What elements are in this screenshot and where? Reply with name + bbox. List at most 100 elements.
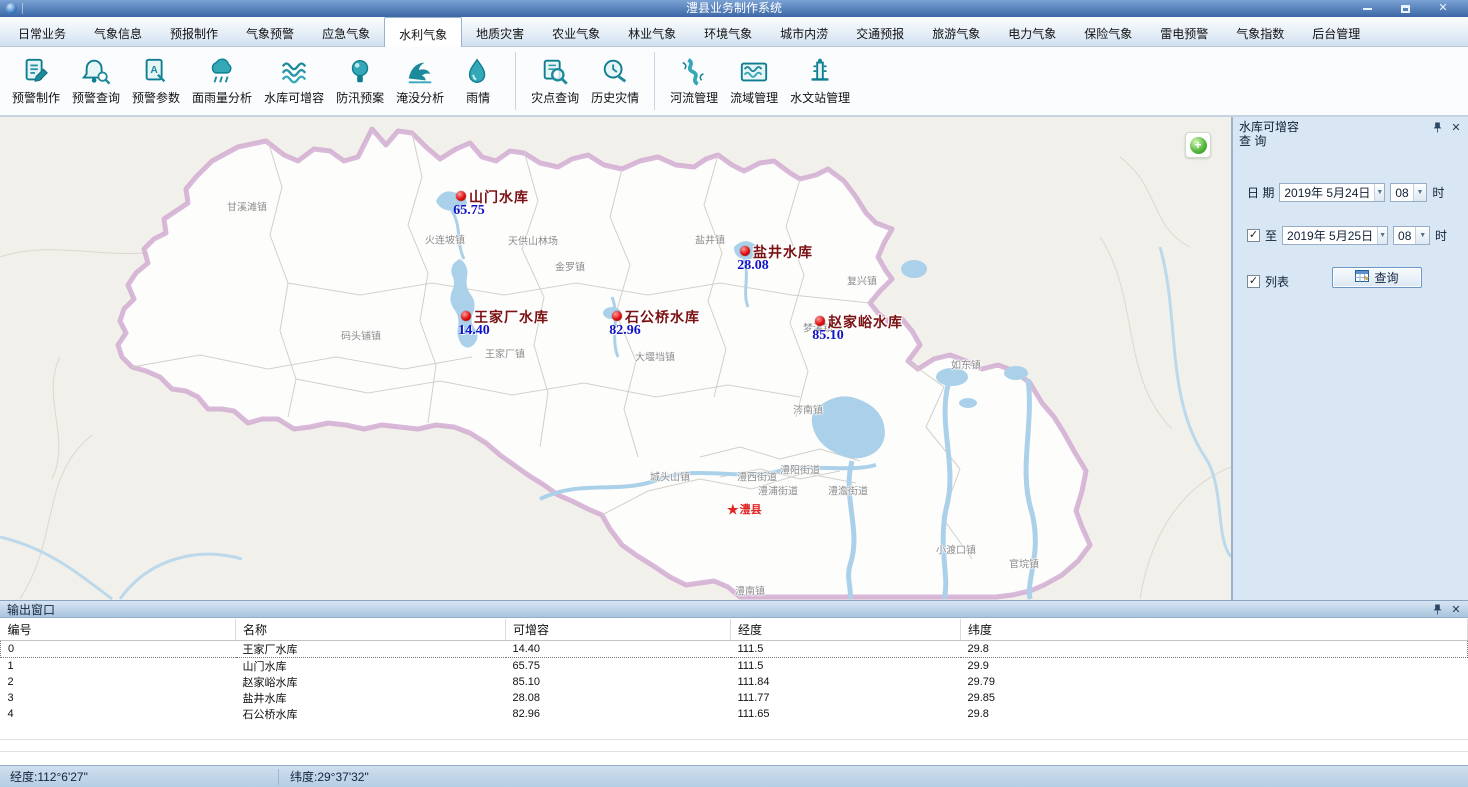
- county-map: [0, 117, 1231, 600]
- menu-item-林业气象[interactable]: 林业气象: [614, 17, 690, 46]
- toolbar-button-历史灾情[interactable]: 历史灾情: [585, 49, 645, 113]
- chevron-down-icon: ▼: [1374, 184, 1384, 201]
- water-drop-icon: [463, 56, 493, 86]
- table-cell: 111.5: [731, 657, 961, 674]
- menu-item-气象信息[interactable]: 气象信息: [80, 17, 156, 46]
- reservoir-dot-icon: [456, 191, 466, 201]
- table-cell: 赵家峪水库: [236, 674, 506, 690]
- column-header-经度[interactable]: 经度: [731, 619, 961, 640]
- table-cell: 111.77: [731, 690, 961, 706]
- svg-text:A: A: [150, 65, 158, 76]
- table-row[interactable]: 4石公桥水库82.96111.6529.8: [1, 706, 1468, 722]
- table-icon: [1355, 270, 1369, 285]
- toolbar-button-流域管理[interactable]: 流域管理: [724, 49, 784, 113]
- panel-close-icon[interactable]: ✕: [1450, 121, 1462, 133]
- table-cell: 111.84: [731, 674, 961, 690]
- panel-close-icon[interactable]: ✕: [1450, 603, 1462, 615]
- county-seat-label: 澧县: [740, 501, 762, 517]
- table-cell: 石公桥水库: [236, 706, 506, 722]
- to-checkbox[interactable]: ✓: [1247, 229, 1260, 242]
- status-divider: [278, 769, 279, 785]
- list-checkbox[interactable]: ✓: [1247, 275, 1260, 288]
- table-cell: 1: [1, 657, 236, 674]
- toolbar-button-防汛预案[interactable]: 防汛预案: [330, 49, 390, 113]
- pin-icon[interactable]: [1431, 121, 1443, 133]
- toolbar-button-雨情[interactable]: 雨情: [450, 49, 506, 113]
- table-cell: 14.40: [506, 640, 731, 657]
- column-header-纬度[interactable]: 纬度: [961, 619, 1468, 640]
- toolbar-button-label: 流域管理: [730, 89, 778, 106]
- reservoir-capacity-value: 28.08: [723, 258, 783, 274]
- toolbar-button-淹没分析[interactable]: 淹没分析: [390, 49, 450, 113]
- star-icon: ★: [727, 503, 739, 516]
- toolbar-button-预警制作[interactable]: 预警制作: [6, 49, 66, 113]
- menu-item-城市内涝[interactable]: 城市内涝: [766, 17, 842, 46]
- query-button[interactable]: 查询: [1332, 267, 1422, 288]
- end-hour-combobox[interactable]: 08 ▼: [1393, 226, 1430, 245]
- start-date-combobox[interactable]: 2019年 5月24日 ▼: [1279, 183, 1385, 202]
- table-cell: 29.85: [961, 690, 1468, 706]
- menu-item-应急气象[interactable]: 应急气象: [308, 17, 384, 46]
- grid-line: [0, 751, 1468, 752]
- table-row[interactable]: 3盐井水库28.08111.7729.85: [1, 690, 1468, 706]
- close-button[interactable]: ✕: [1424, 0, 1462, 17]
- menu-item-后台管理[interactable]: 后台管理: [1298, 17, 1374, 46]
- disaster-search-icon: [540, 56, 570, 86]
- pin-icon[interactable]: [1431, 603, 1443, 615]
- toolbar-button-面雨量分析[interactable]: 面雨量分析: [186, 49, 258, 113]
- town-label: 涔南镇: [793, 402, 823, 417]
- menu-item-旅游气象[interactable]: 旅游气象: [918, 17, 994, 46]
- table-row[interactable]: 0王家厂水库14.40111.529.8: [1, 640, 1468, 657]
- end-date-combobox[interactable]: 2019年 5月25日 ▼: [1282, 226, 1388, 245]
- town-label: 甘溪滩镇: [227, 199, 267, 214]
- column-header-名称[interactable]: 名称: [236, 619, 506, 640]
- table-cell: 111.5: [731, 640, 961, 657]
- reservoir-dot-icon: [461, 311, 471, 321]
- toolbar-button-预警查询[interactable]: 预警查询: [66, 49, 126, 113]
- toolbar-button-水库可增容[interactable]: 水库可增容: [258, 49, 330, 113]
- menu-item-环境气象[interactable]: 环境气象: [690, 17, 766, 46]
- toolbar-button-预警参数[interactable]: A 预警参数: [126, 49, 186, 113]
- toolbar-button-label: 雨情: [466, 89, 490, 106]
- output-table: 编号名称可增容经度纬度 0王家厂水库14.40111.529.81山门水库65.…: [0, 619, 1468, 765]
- table-row[interactable]: 1山门水库65.75111.529.9: [1, 657, 1468, 674]
- toolbar-button-灾点查询[interactable]: 灾点查询: [525, 49, 585, 113]
- date-label: 日 期: [1247, 184, 1274, 201]
- menu-item-交通预报[interactable]: 交通预报: [842, 17, 918, 46]
- menu-item-气象指数[interactable]: 气象指数: [1222, 17, 1298, 46]
- menu-item-农业气象[interactable]: 农业气象: [538, 17, 614, 46]
- reservoir-dot-icon: [815, 316, 825, 326]
- menu-item-预报制作[interactable]: 预报制作: [156, 17, 232, 46]
- minimize-button[interactable]: [1348, 0, 1386, 17]
- toolbar-button-label: 预警制作: [12, 89, 60, 106]
- menubar: 日常业务气象信息预报制作气象预警应急气象水利气象地质灾害农业气象林业气象环境气象…: [0, 17, 1468, 47]
- menu-item-日常业务[interactable]: 日常业务: [4, 17, 80, 46]
- toolbar-button-水文站管理[interactable]: 水文站管理: [784, 49, 856, 113]
- menu-item-地质灾害[interactable]: 地质灾害: [462, 17, 538, 46]
- menu-item-保险气象[interactable]: 保险气象: [1070, 17, 1146, 46]
- table-row[interactable]: 2赵家峪水库85.10111.8429.79: [1, 674, 1468, 690]
- start-hour-combobox[interactable]: 08 ▼: [1390, 183, 1427, 202]
- hydro-station-icon: [805, 56, 835, 86]
- table-cell: 65.75: [506, 657, 731, 674]
- doc-edit-icon: [21, 56, 51, 86]
- column-header-编号[interactable]: 编号: [1, 619, 236, 640]
- toolbar-button-label: 预警参数: [132, 89, 180, 106]
- town-label: 火连坡镇: [425, 232, 465, 247]
- chevron-down-icon: ▼: [1413, 184, 1427, 201]
- zoom-button[interactable]: +: [1185, 132, 1211, 158]
- table-cell: 3: [1, 690, 236, 706]
- maximize-button[interactable]: [1386, 0, 1424, 17]
- chevron-down-icon: ▼: [1377, 227, 1387, 244]
- town-label: 小渡口镇: [936, 542, 976, 557]
- menu-item-雷电预警[interactable]: 雷电预警: [1146, 17, 1222, 46]
- panel-title: 水库可增容: [1239, 120, 1299, 134]
- map-canvas[interactable]: 甘溪滩镇火连坡镇天供山林场金罗镇盐井镇复兴镇码头铺镇王家厂镇梦溪镇大堰垱镇涔南镇…: [0, 117, 1231, 600]
- town-label: 金罗镇: [555, 259, 585, 274]
- menu-item-气象预警[interactable]: 气象预警: [232, 17, 308, 46]
- toolbar-button-河流管理[interactable]: 河流管理: [664, 49, 724, 113]
- menu-item-水利气象[interactable]: 水利气象: [384, 17, 462, 47]
- toolbar-button-label: 防汛预案: [336, 89, 384, 106]
- column-header-可增容[interactable]: 可增容: [506, 619, 731, 640]
- menu-item-电力气象[interactable]: 电力气象: [994, 17, 1070, 46]
